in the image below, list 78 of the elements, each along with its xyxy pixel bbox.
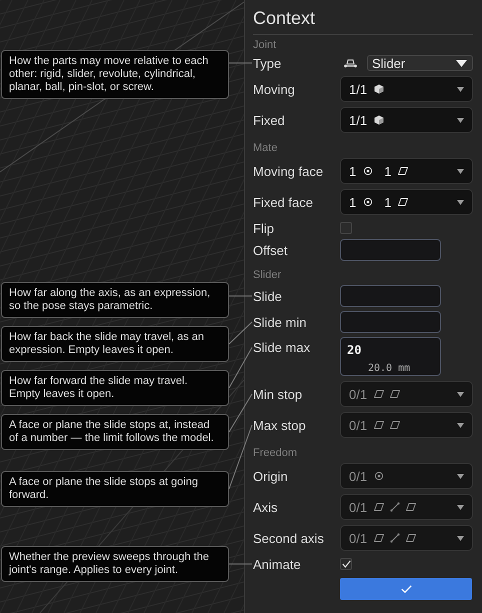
tooltip: A face or plane the slide stops at, instead of a number — the limit follows the model. [1, 414, 229, 450]
caret-icon [456, 60, 467, 66]
line-icon [390, 533, 400, 543]
field-label: Fixed face [253, 194, 313, 210]
tooltip: Whether the preview sweeps through the joint's range. Applies to every joint. [1, 546, 229, 582]
checkbox[interactable] [340, 222, 352, 234]
field-label: Min stop [253, 386, 302, 402]
value-preview: 20.0 mm [368, 362, 410, 375]
selection-dropdown[interactable]: 1 1 [340, 158, 473, 184]
field-label: Flip [253, 220, 274, 236]
section-heading: Joint [253, 39, 276, 51]
selection-dropdown[interactable]: 0/1 [340, 525, 473, 551]
tooltip: How far forward the slide may travel. Empty leaves it open. [1, 370, 229, 406]
field-label: Type [253, 56, 282, 70]
parallelogram-icon [398, 197, 408, 207]
field-label: Origin [253, 468, 288, 484]
point-icon [363, 197, 374, 207]
caret-icon [457, 118, 464, 122]
parallelogram-icon [374, 389, 384, 399]
field-label: Fixed [253, 112, 285, 128]
field-label: Max stop [253, 418, 306, 432]
field-label: Slide min [253, 314, 306, 330]
type-dropdown[interactable]: Slider [367, 55, 473, 71]
section-heading: Slider [253, 269, 282, 281]
joint-icon [344, 58, 357, 68]
selection-dropdown[interactable]: 1/1 [340, 107, 473, 133]
parallelogram-icon [374, 420, 384, 430]
line-icon [390, 502, 400, 512]
parallelogram-icon [390, 420, 400, 430]
caret-icon [457, 86, 464, 92]
field-label: Axis [253, 500, 278, 514]
caret-icon [457, 504, 464, 510]
caret-icon [457, 474, 464, 478]
leader-line [228, 62, 252, 64]
point-icon [363, 166, 374, 176]
parallelogram-icon [406, 502, 416, 512]
check-icon [400, 585, 412, 593]
caret-icon [457, 168, 464, 174]
parallelogram-icon [374, 533, 384, 543]
input-field[interactable] [340, 239, 441, 261]
field-label: Moving [253, 82, 295, 96]
section-heading: Freedom [253, 447, 298, 459]
expression-field[interactable]: 20 20.0 mm [340, 337, 441, 376]
parallelogram-icon [390, 389, 400, 399]
parallelogram-icon [406, 533, 416, 543]
tooltip: How the parts may move relative to each other: rigid, slider, revolute, cylindrical, planar, ball, pin-slot, or screw. [1, 50, 229, 99]
selection-dropdown[interactable]: 0/1 [340, 381, 473, 407]
point-icon [374, 471, 384, 481]
input-field[interactable] [340, 285, 441, 307]
tooltip: A face or plane the slide stops at going forward. [1, 471, 229, 507]
caret-icon [457, 392, 464, 396]
cube-icon [374, 115, 384, 125]
field-value: 20 [347, 343, 362, 358]
panel-title: Context [253, 7, 316, 29]
parallelogram-icon [398, 166, 408, 176]
leader-line [228, 322, 252, 344]
leader-line [228, 347, 252, 388]
section-heading: Mate [253, 142, 278, 154]
caret-icon [457, 536, 464, 540]
checkbox[interactable] [340, 558, 352, 570]
field-label: Moving face [253, 164, 324, 178]
parallelogram-icon [374, 502, 384, 512]
input-field[interactable] [340, 311, 441, 333]
selection-dropdown[interactable]: 1 1 [340, 189, 473, 215]
field-label: Slide max [253, 340, 310, 355]
caret-icon [457, 200, 464, 204]
tooltip: How far along the axis, as an expression, so the pose stays parametric. [1, 282, 229, 318]
selection-dropdown[interactable]: 0/1 [340, 463, 473, 489]
field-label: Second axis [253, 530, 324, 546]
field-label: Animate [253, 556, 301, 572]
selection-dropdown[interactable]: 1/1 [340, 76, 473, 102]
field-label: Slide [253, 288, 282, 304]
selection-dropdown[interactable]: 0/1 [340, 494, 473, 520]
caret-icon [457, 422, 464, 428]
field-label: Offset [253, 242, 288, 258]
selection-dropdown[interactable]: 0/1 [340, 412, 473, 438]
cube-icon [374, 84, 384, 94]
tooltip: How far back the slide may travel, as an expression. Empty leaves it open. [1, 326, 229, 362]
